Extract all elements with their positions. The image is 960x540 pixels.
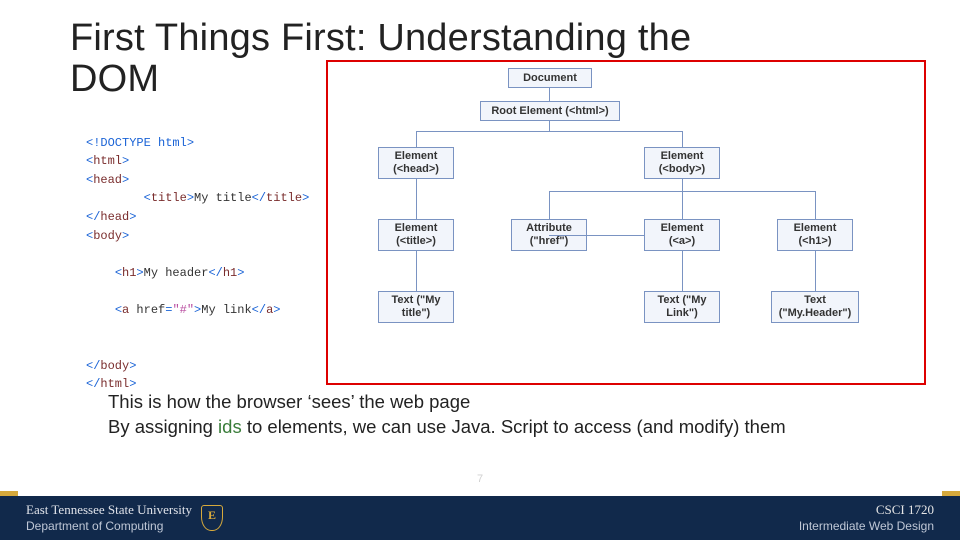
slide: First Things First: Understanding the DO… <box>0 0 960 540</box>
footer-right: CSCI 1720 Intermediate Web Design <box>799 502 960 533</box>
code-token: </ <box>86 210 100 224</box>
dom-diagram: Document Root Element (<html>) Element (… <box>326 60 926 385</box>
connector <box>682 131 683 147</box>
footer-bar: East Tennessee State University Departme… <box>0 496 960 540</box>
connector <box>416 131 417 147</box>
connector <box>416 251 417 291</box>
code-token: < <box>115 303 122 317</box>
node-h1: Element (<h1>) <box>777 219 853 251</box>
code-token: < <box>144 191 151 205</box>
code-token: </ <box>86 359 100 373</box>
footer-department: Department of Computing <box>26 519 192 534</box>
page-number: 7 <box>477 473 483 485</box>
body-line-1: This is how the browser ‘sees’ the web p… <box>108 391 470 412</box>
footer-university: East Tennessee State University <box>26 502 192 518</box>
body-id-token: ids <box>218 416 242 437</box>
title-line-1: First Things First: Understanding the <box>70 17 691 59</box>
node-a: Element (<a>) <box>644 219 720 251</box>
code-token: < <box>115 266 122 280</box>
shield-icon <box>192 502 232 534</box>
footer-left: East Tennessee State University Departme… <box>0 502 192 533</box>
connector <box>416 131 683 132</box>
node-head: Element (<head>) <box>378 147 454 179</box>
body-text: This is how the browser ‘sees’ the web p… <box>108 390 910 440</box>
node-title: Element (<title>) <box>378 219 454 251</box>
connector <box>549 88 550 101</box>
code-block: <!DOCTYPE html> <html> <head> <title>My … <box>86 115 309 413</box>
node-text-myheader: Text ("My.Header") <box>771 291 859 323</box>
footer-course-code: CSCI 1720 <box>799 502 934 518</box>
code-token: </ <box>86 377 100 391</box>
body-line-2a: By assigning <box>108 416 218 437</box>
connector <box>549 235 644 236</box>
node-text-mytitle: Text ("My title") <box>378 291 454 323</box>
connector <box>549 121 550 131</box>
footer-course-name: Intermediate Web Design <box>799 519 934 534</box>
connector <box>815 191 816 219</box>
connector <box>416 179 417 219</box>
title-line-2: DOM <box>70 58 159 100</box>
code-token: <!DOCTYPE html> <box>86 136 194 150</box>
body-line-2b: to elements, we can use Java. Script to … <box>242 416 786 437</box>
connector <box>682 179 683 191</box>
node-body: Element (<body>) <box>644 147 720 179</box>
connector <box>549 191 550 219</box>
connector <box>682 191 683 219</box>
node-document: Document <box>508 68 592 88</box>
connector <box>815 251 816 291</box>
connector <box>682 251 683 291</box>
node-text-mylink: Text ("My Link") <box>644 291 720 323</box>
node-root-html: Root Element (<html>) <box>480 101 620 121</box>
